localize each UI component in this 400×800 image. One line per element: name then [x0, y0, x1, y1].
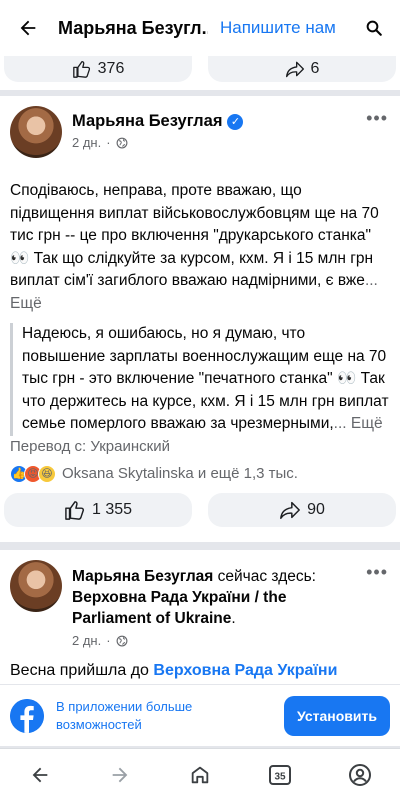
- translation-block: Надеюсь, я ошибаюсь, но я думаю, что пов…: [10, 323, 400, 436]
- post-text: Весна прийшла до Верховна Рада України: [10, 662, 338, 679]
- like-button[interactable]: 376: [4, 56, 192, 82]
- globe-icon: [116, 137, 127, 148]
- search-icon[interactable]: [360, 14, 388, 42]
- share-button[interactable]: 6: [208, 56, 396, 82]
- author-name[interactable]: Марьяна Безуглая: [72, 568, 213, 585]
- author-name-row: Марьяна Безуглая ✓: [72, 112, 244, 131]
- share-count: 90: [307, 500, 325, 518]
- more-options-icon[interactable]: •••: [366, 562, 388, 583]
- like-count: 376: [97, 60, 125, 77]
- like-count: 1 355: [91, 500, 133, 518]
- reactions-text: Oksana Skytalinska и ещё 1,3 тыс.: [62, 465, 298, 482]
- avatar[interactable]: [10, 560, 62, 612]
- reactions-summary[interactable]: 👍 😡 😆 Oksana Skytalinska и ещё 1,3 тыс.: [0, 464, 400, 483]
- share-button[interactable]: 90: [208, 492, 396, 527]
- top-bar: Марьяна Безугл... Напишите нам: [0, 0, 400, 56]
- back-icon[interactable]: [20, 755, 60, 795]
- message-us-link[interactable]: Напишите нам: [220, 18, 336, 38]
- share-arrow-icon: [285, 61, 304, 78]
- haha-reaction-icon: 😆: [38, 464, 56, 483]
- forward-icon[interactable]: [100, 755, 140, 795]
- verified-badge-icon: ✓: [227, 113, 244, 130]
- share-count: 6: [310, 60, 320, 77]
- like-button[interactable]: 1 355: [4, 492, 192, 527]
- back-arrow-icon[interactable]: [12, 12, 44, 44]
- thumbs-up-icon: [72, 60, 90, 78]
- post-card: Марьяна Безуглая сейчас здесь: Верховна …: [0, 550, 400, 700]
- banner-text: В приложении больше возможностей: [56, 698, 193, 732]
- author-name[interactable]: Марьяна Безуглая: [72, 112, 222, 131]
- avatar[interactable]: [10, 106, 62, 158]
- account-icon[interactable]: [340, 755, 380, 795]
- more-options-icon[interactable]: •••: [366, 108, 388, 129]
- post-card: Марьяна Безуглая ✓ 2 дн. · ••• Сподіваюс…: [0, 96, 400, 542]
- thumbs-up-icon: [65, 500, 84, 520]
- post-time[interactable]: 2 дн.: [72, 633, 101, 648]
- post-time[interactable]: 2 дн.: [72, 135, 101, 150]
- translated-from-label[interactable]: Перевод с: Украинский: [10, 438, 400, 455]
- home-icon[interactable]: [180, 755, 220, 795]
- install-button[interactable]: Установить: [284, 695, 390, 736]
- translation-see-more-link[interactable]: ... Ещё: [334, 415, 383, 432]
- tabs-icon[interactable]: 35: [260, 755, 300, 795]
- globe-icon: [116, 635, 127, 646]
- previous-post-actions: 376 6: [0, 56, 400, 90]
- browser-nav-bar: 35: [0, 748, 400, 800]
- app-install-banner: В приложении больше возможностей Установ…: [0, 684, 400, 746]
- share-arrow-icon: [280, 501, 300, 519]
- checkin-header: Марьяна Безуглая сейчас здесь: Верховна …: [72, 568, 316, 627]
- place-link[interactable]: Верховна Рада України / the Parliament o…: [72, 589, 286, 627]
- place-link[interactable]: Верховна Рада України: [153, 662, 337, 679]
- post-text: Сподіваюсь, неправа, проте вважаю, що пі…: [10, 182, 379, 312]
- page-title: Марьяна Безугл...: [58, 17, 208, 38]
- tabs-count: 35: [274, 771, 286, 782]
- facebook-logo-icon: [10, 698, 44, 733]
